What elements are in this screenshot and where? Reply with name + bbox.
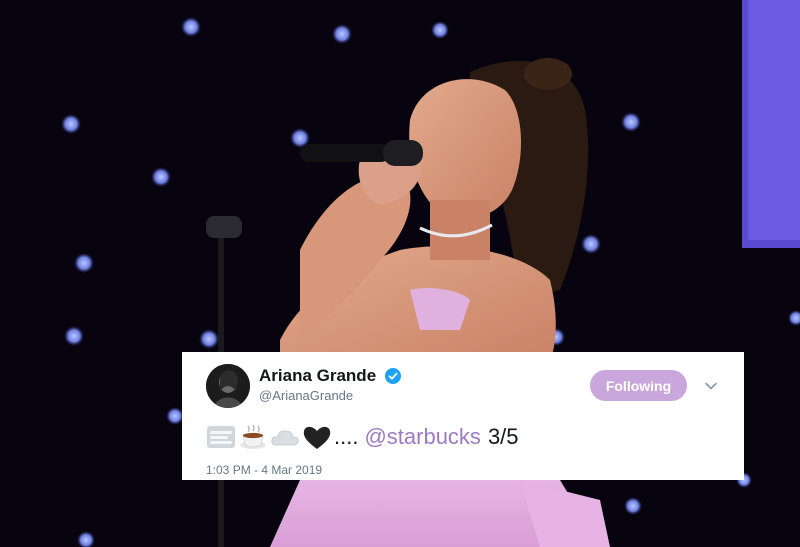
- user-info: Ariana Grande @ArianaGrande: [259, 366, 401, 403]
- coffee-icon: [240, 424, 266, 449]
- cloud-icon: [271, 430, 299, 446]
- chevron-down-icon[interactable]: [704, 379, 718, 393]
- verified-badge-icon: [384, 368, 401, 384]
- tweet-dots: ....: [334, 424, 359, 449]
- user-handle[interactable]: @ArianaGrande: [259, 388, 401, 403]
- black-heart-icon: [303, 426, 331, 449]
- tweet-card: Ariana Grande @ArianaGrande Following ..…: [182, 352, 744, 480]
- timestamp[interactable]: 1:03 PM - 4 Mar 2019: [206, 463, 322, 477]
- tweet-text: .... @starbucks 3/5: [206, 420, 519, 454]
- avatar[interactable]: [206, 364, 250, 408]
- fog-icon: [207, 426, 235, 448]
- mention-link[interactable]: @starbucks: [364, 424, 480, 450]
- tweet-count: 3/5: [487, 424, 519, 449]
- display-name[interactable]: Ariana Grande: [259, 366, 376, 386]
- following-button[interactable]: Following: [590, 370, 687, 401]
